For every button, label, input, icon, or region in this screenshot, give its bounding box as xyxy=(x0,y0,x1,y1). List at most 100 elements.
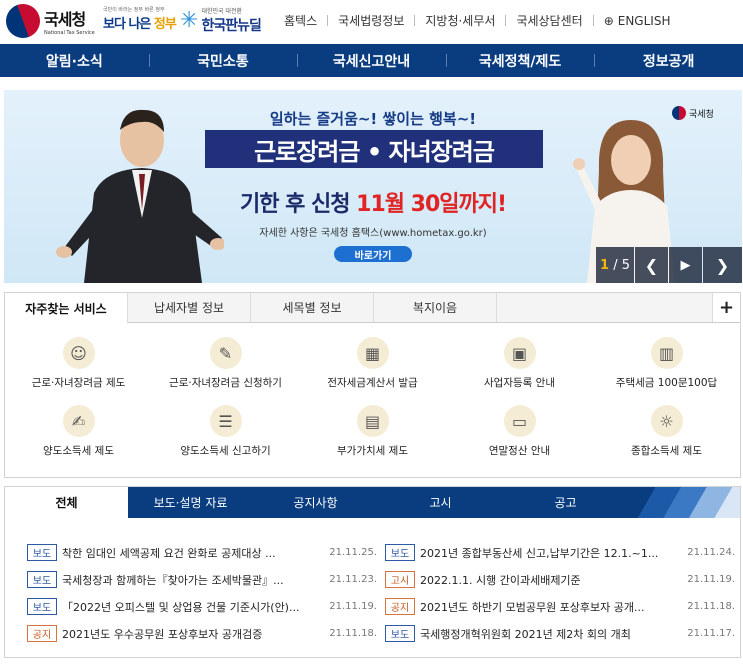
service-label: 연말정산 안내 xyxy=(488,445,551,457)
new-deal-text: 한국판뉴딜 xyxy=(201,18,261,34)
link-english[interactable]: ENGLISH xyxy=(618,14,671,28)
news-date: 21.11.19. xyxy=(329,601,377,612)
nav-tax-filing[interactable]: 국세신고안내 xyxy=(297,44,446,77)
tab-notices[interactable]: 공지사항 xyxy=(253,487,378,518)
nav-disclosure[interactable]: 정보공개 xyxy=(594,44,743,77)
service-item[interactable]: ✎ 근로·자녀장려금 신청하기 xyxy=(152,337,299,405)
calculator-icon: ▦ xyxy=(356,337,389,369)
logo-korean: 국세청 xyxy=(44,10,86,29)
news-date: 21.11.25. xyxy=(329,547,377,558)
tab-taxpayer-info[interactable]: 납세자별 정보 xyxy=(128,293,251,322)
news-title: 2022.1.1. 시행 간이과세배제기준 xyxy=(420,573,581,587)
nav-tax-policy[interactable]: 국세정책/제도 xyxy=(445,44,595,77)
link-consult-center[interactable]: 국세상담센터 xyxy=(516,12,582,29)
news-panel: 전체 보도·설명 자료 공지사항 고시 공고 보도 착한 임대인 세액공제 요건 … xyxy=(4,486,741,658)
banner-go-button[interactable]: 바로가기 xyxy=(334,246,412,262)
id-card-icon: ▣ xyxy=(503,337,536,369)
service-label: 부가가치세 제도 xyxy=(337,445,408,457)
banner-deadline: 기한 후 신청 11월 30일까지! xyxy=(239,192,507,217)
news-list-left: 보도 착한 임대인 세액공제 요건 완화로 공제대상 ... 21.11.25. 보… xyxy=(27,539,377,647)
service-item[interactable]: ▦ 전자세금계산서 발급 xyxy=(299,337,446,405)
service-item[interactable]: ✍ 양도소득세 제도 xyxy=(5,405,152,473)
tab-decoration xyxy=(630,487,740,518)
news-title: 국세청장과 함께하는『찾아가는 조세박물관』... xyxy=(62,573,284,587)
banner-info: 자세한 사항은 국세청 홈택스(www.hometax.go.kr) xyxy=(259,228,487,239)
banner-prev-button[interactable]: ❮ xyxy=(635,247,668,283)
news-item[interactable]: 공지 2021년도 우수공무원 포상후보자 공개검증 21.11.18. xyxy=(27,620,377,647)
globe-icon: ⊕ xyxy=(603,13,614,28)
service-item[interactable]: ☺ 근로·자녀장려금 제도 xyxy=(5,337,152,405)
news-item[interactable]: 보도 국세행정개혁위원회 2021년 제2차 회의 개최 21.11.17. xyxy=(385,620,735,647)
chevron-right-icon: ❯ xyxy=(715,255,730,275)
category-badge: 고시 xyxy=(385,571,415,588)
link-regional-offices[interactable]: 지방청·세무서 xyxy=(425,12,495,29)
banner-play-button[interactable]: ▶ xyxy=(669,247,702,283)
service-item[interactable]: ☼ 종합소득세 제도 xyxy=(593,405,740,473)
play-icon: ▶ xyxy=(680,257,691,273)
category-badge: 보도 xyxy=(27,544,57,561)
better-government-logo[interactable]: 국민이 바라는 정부 바른 정부 보다 나은 정부 xyxy=(103,6,177,32)
logo-english: National Tax Service xyxy=(44,30,95,36)
news-date: 21.11.17. xyxy=(687,628,735,639)
banner-title: 근로장려금 • 자녀장려금 xyxy=(205,130,543,168)
monitor-icon: ▭ xyxy=(503,405,536,437)
link-hometax[interactable]: 홈텍스 xyxy=(284,12,317,29)
news-item[interactable]: 고시 2022.1.1. 시행 간이과세배제기준 21.11.19. xyxy=(385,566,735,593)
news-title: 「2022년 오피스텔 및 상업용 건물 기준시가(안)... xyxy=(62,600,300,614)
news-title: 착한 임대인 세액공제 요건 완화로 공제대상 ... xyxy=(62,546,276,560)
news-title: 국세행정개혁위원회 2021년 제2차 회의 개최 xyxy=(420,627,631,641)
chevron-left-icon: ❮ xyxy=(644,255,659,275)
nav-news[interactable]: 알림·소식 xyxy=(0,44,149,77)
service-item[interactable]: ▥ 주택세금 100문100답 xyxy=(593,337,740,405)
news-title: 2021년도 하반기 모범공무원 포상후보자 공개... xyxy=(420,600,645,614)
tab-frequent-services[interactable]: 자주찾는 서비스 xyxy=(5,293,128,324)
service-label: 주택세금 100문100답 xyxy=(615,377,718,389)
person-bulb-icon: ☼ xyxy=(650,405,683,437)
news-item[interactable]: 보도 2021년 종합부동산세 신고,납부기간은 12.1.~1... 21.11.… xyxy=(385,539,735,566)
top-header: 국세청 National Tax Service 국민이 바라는 정부 바른 정… xyxy=(0,0,743,43)
news-tabs: 전체 보도·설명 자료 공지사항 고시 공고 xyxy=(5,487,740,518)
more-plus-button[interactable]: + xyxy=(712,293,740,322)
gov-logo-tagline: 국민이 바라는 정부 바른 정부 xyxy=(103,7,165,13)
new-deal-tagline: 대한민국 대전환 xyxy=(201,8,242,15)
tab-press-releases[interactable]: 보도·설명 자료 xyxy=(128,487,253,518)
news-date: 21.11.18. xyxy=(687,601,735,612)
service-label: 전자세금계산서 발급 xyxy=(327,377,418,389)
tab-welfare[interactable]: 복지이음 xyxy=(374,293,497,322)
tab-all[interactable]: 전체 xyxy=(5,487,128,518)
service-item[interactable]: ▣ 사업자등록 안내 xyxy=(446,337,593,405)
tab-tax-item-info[interactable]: 세목별 정보 xyxy=(251,293,374,322)
document-pen-icon: ✎ xyxy=(209,337,242,369)
link-tax-law[interactable]: 국세법령정보 xyxy=(338,12,404,29)
transfer-document-icon: ✍ xyxy=(62,405,95,437)
banner-next-button[interactable]: ❯ xyxy=(703,247,742,283)
service-item[interactable]: ▤ 부가가치세 제도 xyxy=(299,405,446,473)
category-badge: 공지 xyxy=(27,625,57,642)
nts-logo[interactable]: 국세청 National Tax Service xyxy=(1,0,95,43)
tab-public-notices[interactable]: 공고 xyxy=(503,487,628,518)
service-label: 종합소득세 제도 xyxy=(631,445,702,457)
news-title: 2021년 종합부동산세 신고,납부기간은 12.1.~1... xyxy=(420,546,659,560)
new-deal-star-icon: ✳ xyxy=(180,7,199,33)
news-item[interactable]: 공지 2021년도 하반기 모범공무원 포상후보자 공개... 21.11.18. xyxy=(385,593,735,620)
category-badge: 공지 xyxy=(385,598,415,615)
services-tabs: 자주찾는 서비스 납세자별 정보 세목별 정보 복지이음 + xyxy=(5,293,740,324)
category-badge: 보도 xyxy=(385,625,415,642)
category-badge: 보도 xyxy=(27,598,57,615)
service-item[interactable]: ☰ 양도소득세 신고하기 xyxy=(152,405,299,473)
category-badge: 보도 xyxy=(27,571,57,588)
main-navigation: 알림·소식 국민소통 국세신고안내 국세정책/제도 정보공개 xyxy=(0,44,743,77)
news-item[interactable]: 보도 국세청장과 함께하는『찾아가는 조세박물관』... 21.11.23. xyxy=(27,566,377,593)
news-item[interactable]: 보도 착한 임대인 세액공제 요건 완화로 공제대상 ... 21.11.25. xyxy=(27,539,377,566)
taegeuk-emblem-icon xyxy=(1,0,45,43)
nav-communication[interactable]: 국민소통 xyxy=(148,44,298,77)
news-date: 21.11.23. xyxy=(329,574,377,585)
korean-new-deal-logo[interactable]: ✳ 대한민국 대전환 한국판뉴딜 xyxy=(180,6,262,35)
news-date: 21.11.24. xyxy=(687,547,735,558)
service-label: 양도소득세 제도 xyxy=(43,445,114,457)
promo-banner[interactable]: 국세청 일하는 즐거움~! 쌓이는 행복~! 근로장려금 • 자녀장려금 기한 … xyxy=(4,90,742,283)
news-item[interactable]: 보도 「2022년 오피스텔 및 상업용 건물 기준시가(안)... 21.11.1… xyxy=(27,593,377,620)
category-badge: 보도 xyxy=(385,544,415,561)
service-item[interactable]: ▭ 연말정산 안내 xyxy=(446,405,593,473)
tab-announcements[interactable]: 고시 xyxy=(378,487,503,518)
